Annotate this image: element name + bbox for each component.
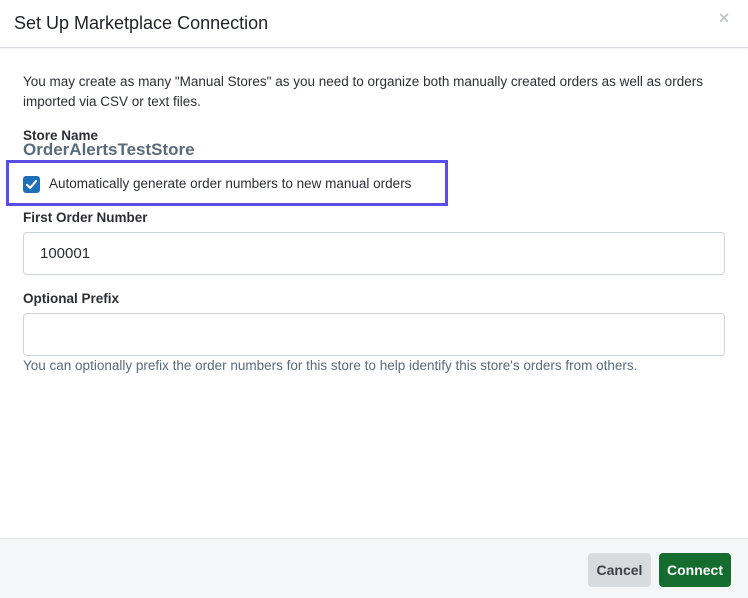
checkmark-icon xyxy=(25,180,38,189)
optional-prefix-input[interactable] xyxy=(23,313,725,356)
cancel-button[interactable]: Cancel xyxy=(588,553,651,587)
first-order-number-label: First Order Number xyxy=(23,210,148,225)
dialog-footer: Cancel Connect xyxy=(0,538,748,598)
first-order-number-input[interactable] xyxy=(23,232,725,275)
connect-button[interactable]: Connect xyxy=(659,553,731,587)
store-name-value: OrderAlertsTestStore xyxy=(23,140,195,159)
marketplace-connection-dialog: Set Up Marketplace Connection × You may … xyxy=(0,0,748,598)
dialog-header: Set Up Marketplace Connection × xyxy=(0,0,748,48)
dialog-title: Set Up Marketplace Connection xyxy=(14,13,269,33)
prefix-help-text: You can optionally prefix the order numb… xyxy=(23,358,638,373)
close-icon[interactable]: × xyxy=(716,9,732,27)
auto-generate-checkbox[interactable] xyxy=(23,176,40,193)
optional-prefix-label: Optional Prefix xyxy=(23,291,120,306)
intro-text: You may create as many "Manual Stores" a… xyxy=(23,74,703,109)
auto-generate-label[interactable]: Automatically generate order numbers to … xyxy=(49,176,411,191)
